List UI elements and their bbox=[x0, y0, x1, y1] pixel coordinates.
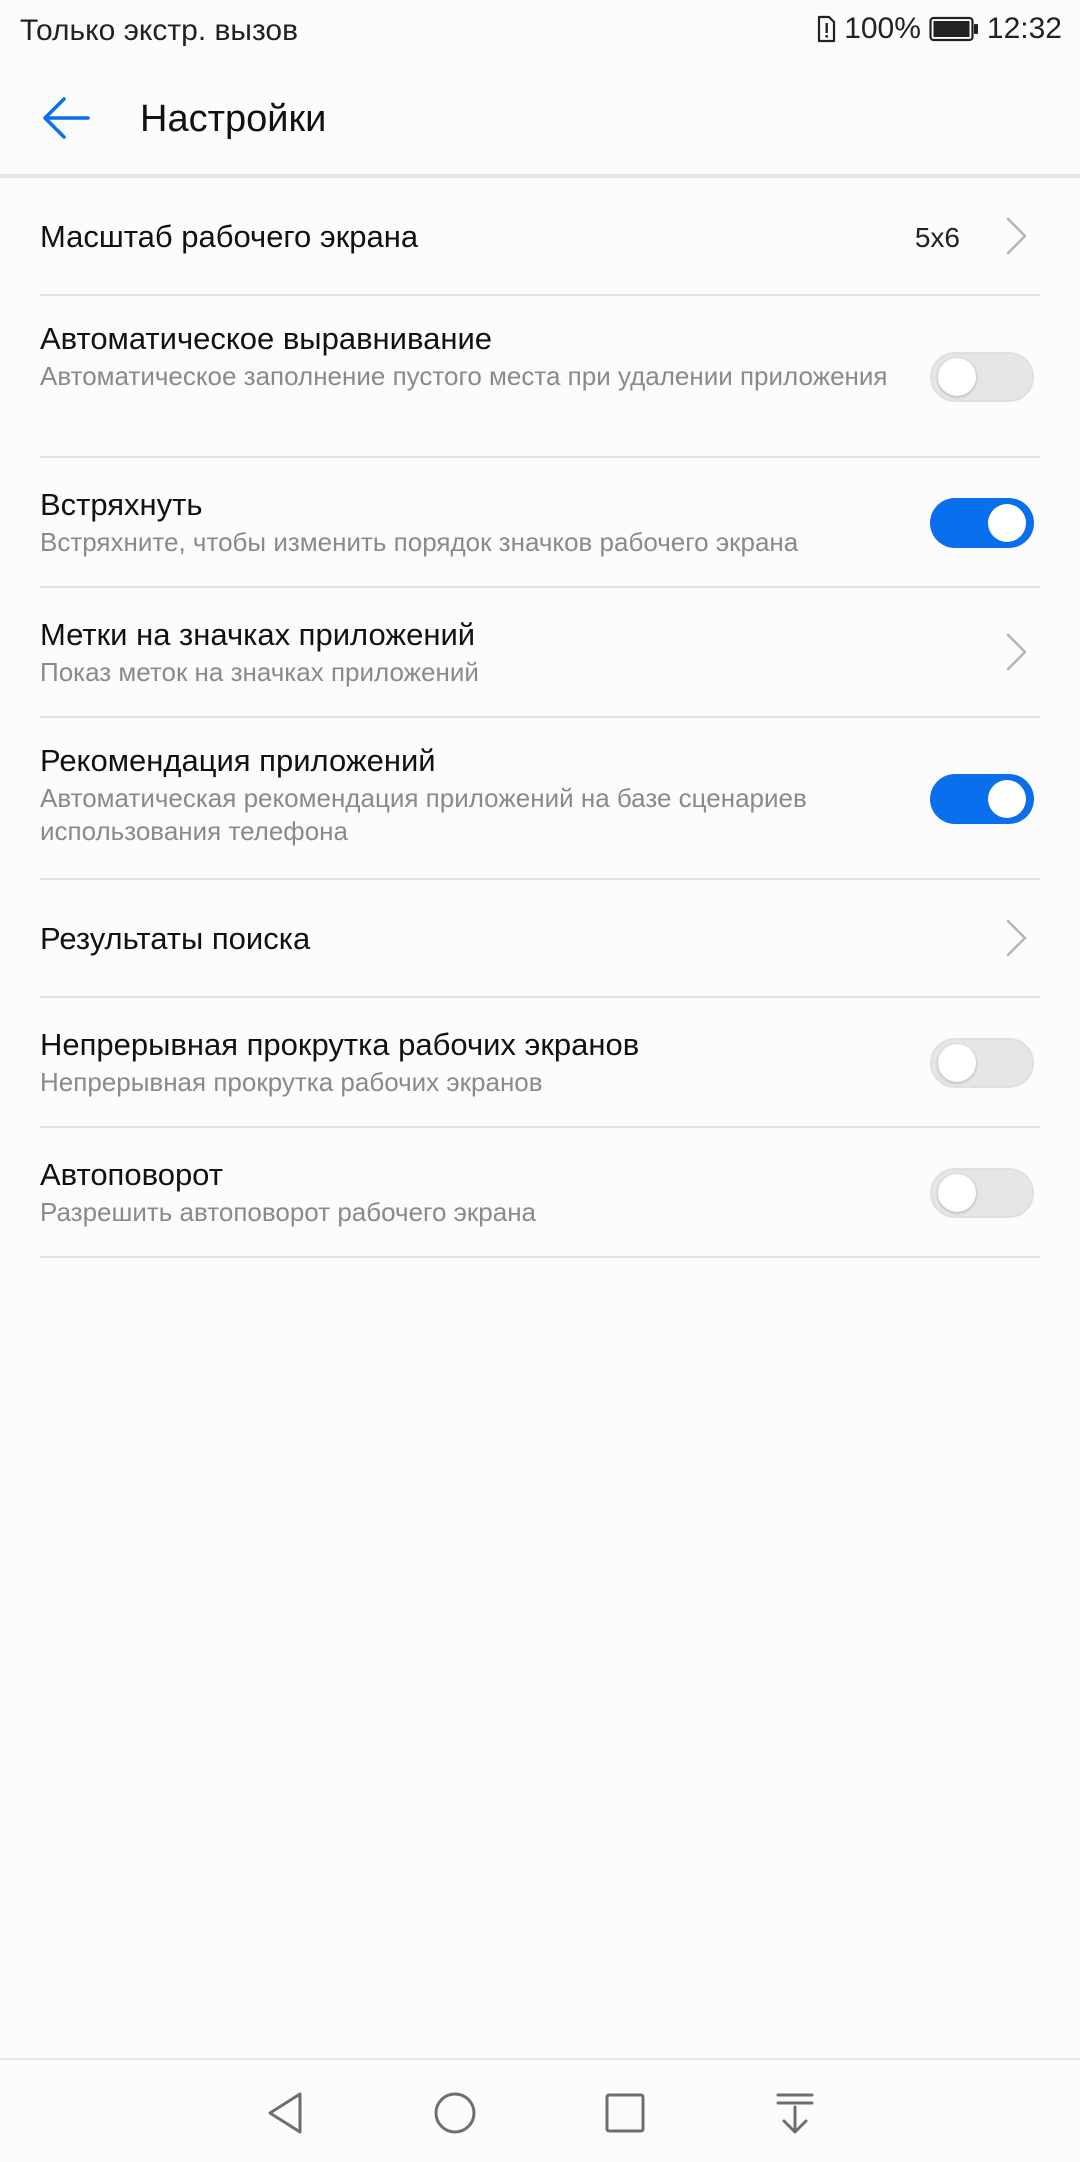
recents-square-icon bbox=[605, 2093, 645, 2133]
home-circle-icon bbox=[434, 2092, 476, 2134]
chevron-right-icon bbox=[1006, 919, 1027, 957]
setting-title: Непрерывная прокрутка рабочих экранов bbox=[40, 1027, 640, 1062]
auto-rotate-toggle[interactable] bbox=[930, 1168, 1034, 1218]
settings-list: Масштаб рабочего экрана 5x6 Автоматическ… bbox=[0, 178, 1080, 1258]
chevron-right-icon bbox=[1006, 217, 1027, 255]
arrow-left-icon bbox=[43, 97, 90, 139]
status-icons: 100% 12:32 bbox=[816, 12, 1062, 46]
chevron-right-icon bbox=[1006, 633, 1027, 671]
setting-app-badges[interactable]: Метки на значках приложений Показ меток … bbox=[40, 588, 1040, 718]
setting-subtitle: Встряхните, чтобы изменить порядок значк… bbox=[40, 527, 799, 557]
battery-percent: 100% bbox=[844, 12, 921, 45]
setting-auto-rotate[interactable]: Автоповорот Разрешить автоповорот рабоче… bbox=[40, 1128, 1040, 1258]
setting-value: 5x6 bbox=[914, 222, 960, 253]
nav-back-button[interactable] bbox=[250, 2078, 320, 2148]
setting-subtitle: Непрерывная прокрутка рабочих экранов bbox=[40, 1067, 543, 1097]
page-title: Настройки bbox=[140, 98, 327, 140]
setting-title: Результаты поиска bbox=[40, 921, 311, 956]
setting-search-results[interactable]: Результаты поиска bbox=[40, 880, 1040, 998]
setting-title: Масштаб рабочего экрана bbox=[40, 219, 419, 254]
setting-shake[interactable]: Встряхнуть Встряхните, чтобы изменить по… bbox=[40, 458, 1040, 588]
back-button[interactable] bbox=[34, 86, 98, 150]
nav-home-button[interactable] bbox=[420, 2078, 490, 2148]
setting-grid-scale[interactable]: Масштаб рабочего экрана 5x6 bbox=[40, 178, 1040, 296]
clock: 12:32 bbox=[986, 12, 1062, 45]
setting-continuous-scroll[interactable]: Непрерывная прокрутка рабочих экранов Не… bbox=[40, 998, 1040, 1128]
app-suggestions-toggle[interactable] bbox=[930, 774, 1034, 824]
nav-recents-button[interactable] bbox=[590, 2078, 660, 2148]
setting-title: Встряхнуть bbox=[40, 487, 203, 522]
shake-toggle[interactable] bbox=[930, 498, 1034, 548]
continuous-scroll-toggle[interactable] bbox=[930, 1038, 1034, 1088]
setting-title: Автоповорот bbox=[40, 1157, 223, 1192]
sim-alert-icon bbox=[818, 15, 836, 43]
nav-notifications-button[interactable] bbox=[760, 2078, 830, 2148]
setting-subtitle: Разрешить автоповорот рабочего экрана bbox=[40, 1197, 537, 1227]
back-triangle-icon bbox=[268, 2092, 302, 2134]
app-header: Настройки bbox=[0, 62, 1080, 174]
setting-subtitle: Показ меток на значках приложений bbox=[40, 657, 479, 687]
setting-title: Рекомендация приложений bbox=[40, 743, 436, 778]
setting-subtitle: Автоматическое заполнение пустого места … bbox=[40, 361, 888, 391]
setting-auto-align[interactable]: Автоматическое выравнивание Автоматическ… bbox=[40, 296, 1040, 458]
auto-align-toggle[interactable] bbox=[930, 352, 1034, 402]
setting-app-suggestions[interactable]: Рекомендация приложений Автоматическая р… bbox=[40, 718, 1040, 880]
setting-title: Автоматическое выравнивание bbox=[40, 321, 493, 356]
status-bar: Только экстр. вызов 100% 12:32 bbox=[0, 0, 1080, 62]
battery-icon bbox=[929, 16, 978, 42]
carrier-status-text: Только экстр. вызов bbox=[20, 14, 299, 47]
notification-pull-icon bbox=[776, 2093, 814, 2134]
navigation-bar bbox=[0, 2058, 1080, 2162]
setting-title: Метки на значках приложений bbox=[40, 617, 476, 652]
setting-subtitle: Автоматическая рекомендация приложений н… bbox=[40, 783, 807, 846]
